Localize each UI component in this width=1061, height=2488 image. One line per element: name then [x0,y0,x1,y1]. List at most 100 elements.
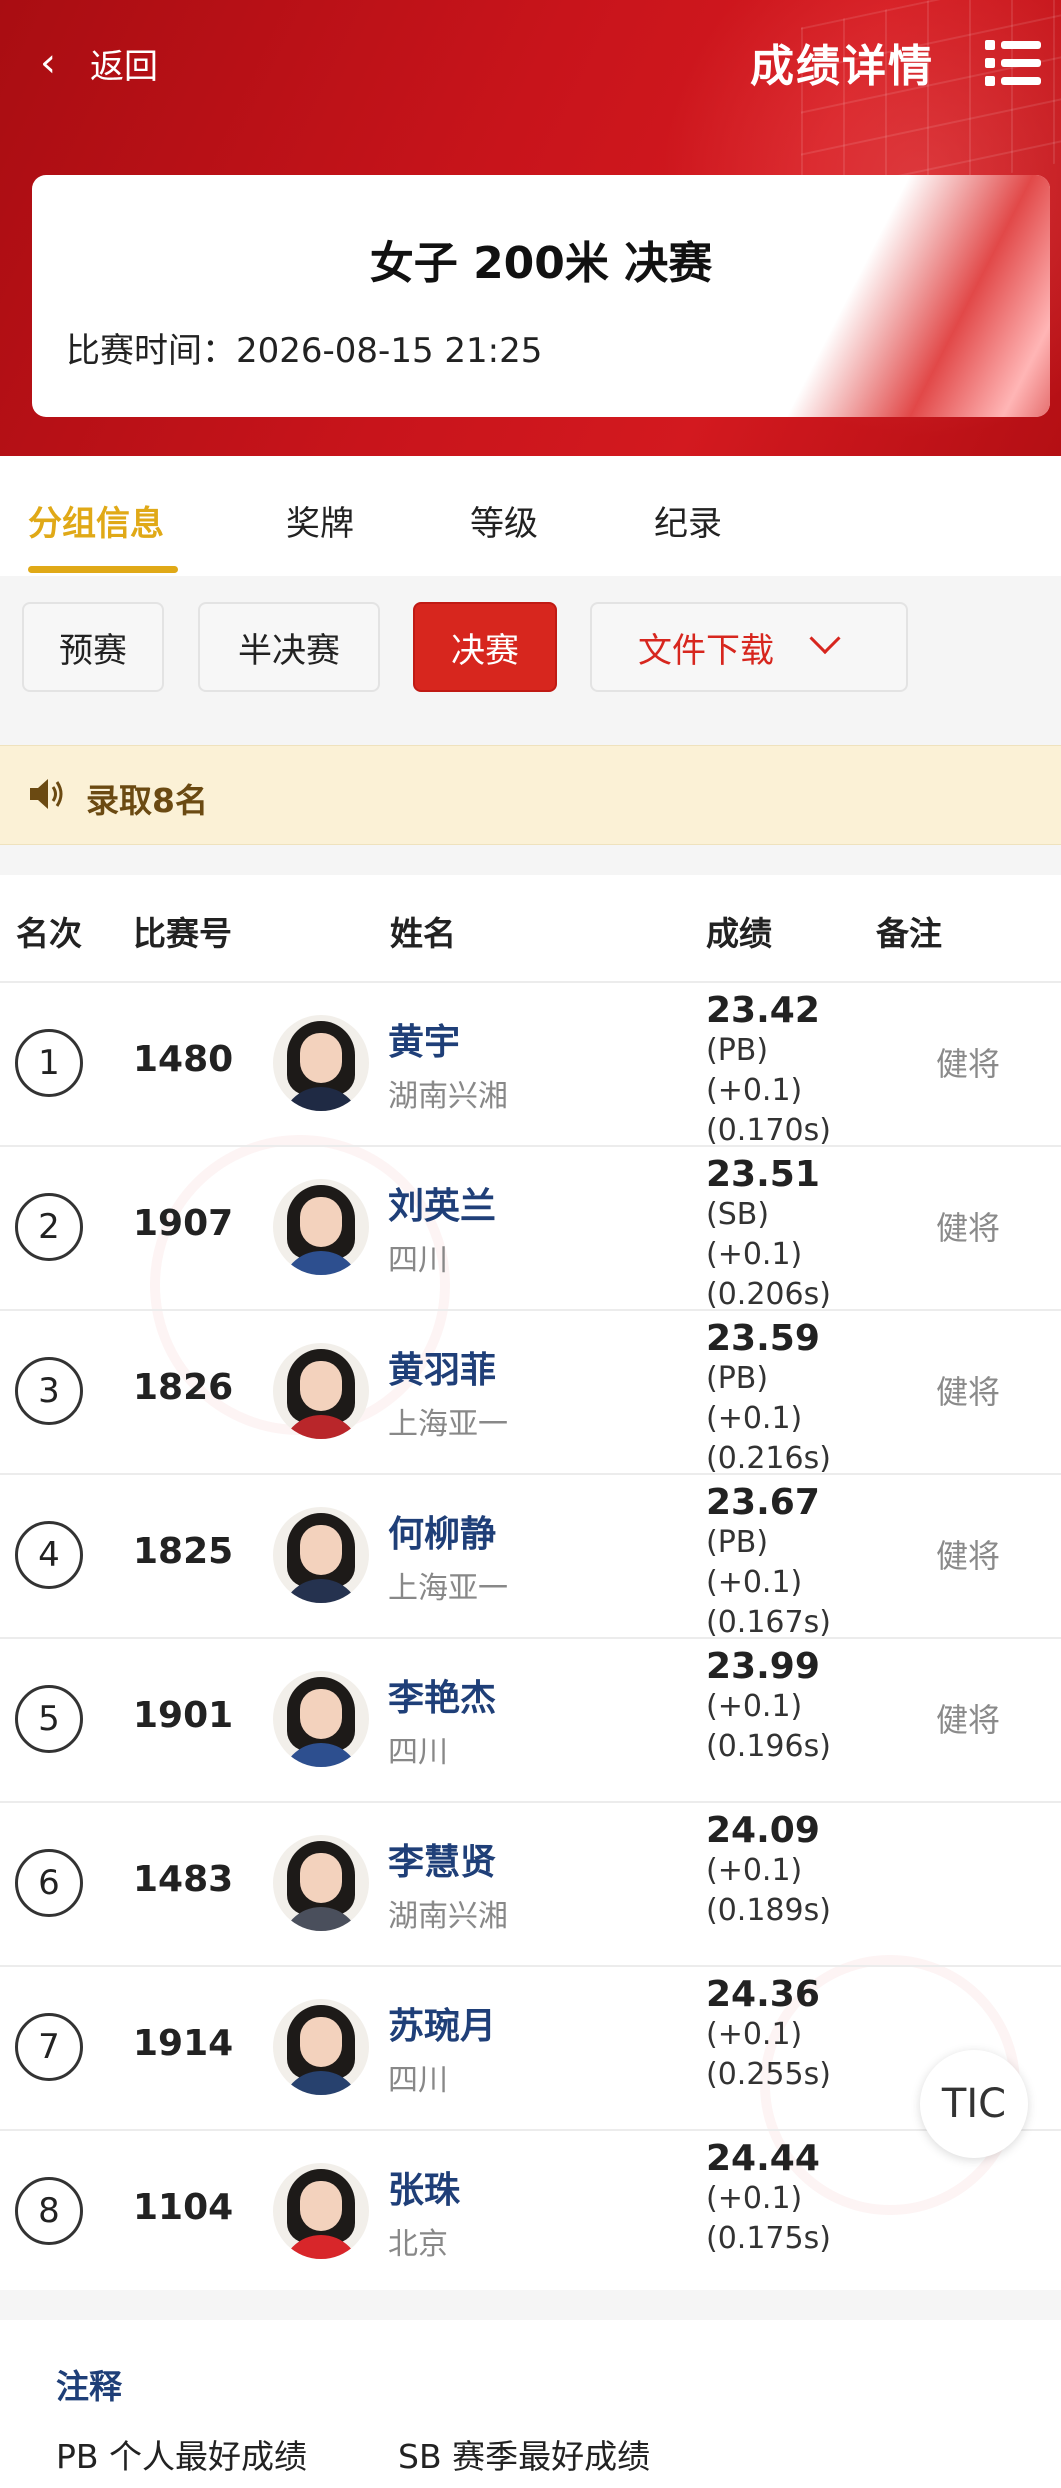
tab-active-indicator [28,566,178,573]
result-detail: (+0.1) [706,1237,803,1272]
rank-badge: 1 [15,1029,83,1097]
note-sb: SB 赛季最好成绩 [398,2437,651,2476]
tab-medals[interactable]: 奖牌 [286,496,354,545]
tab-grades[interactable]: 等级 [470,496,538,545]
rank-badge: 5 [15,1685,83,1753]
rank-badge: 7 [15,2013,83,2081]
page-title: 成绩详情 [750,41,934,92]
tab-bar: 分组信息 奖牌 等级 纪录 [0,456,1061,576]
rank-badge: 8 [15,2177,83,2245]
file-download-dropdown[interactable]: 文件下载 [590,602,908,692]
header-result: 成绩 [706,914,772,953]
qualify-notice: 录取8名 [0,745,1061,845]
result-time: 23.42 [706,990,820,1031]
athlete-avatar [273,1507,369,1603]
athlete-avatar [273,1179,369,1275]
result-detail: (0.167s) [706,1605,831,1640]
note-pb: PB 个人最好成绩 [56,2437,308,2476]
athlete-name[interactable]: 刘英兰 [388,1177,496,1229]
athlete-team: 北京 [388,2227,448,2262]
result-detail: (+0.1) [706,2181,803,2216]
menu-list-icon[interactable] [985,38,1041,88]
result-time: 24.44 [706,2138,820,2179]
result-cell: 23.42 (PB) (+0.1) (0.170s) [706,991,831,1151]
bib-number: 1914 [133,2023,234,2064]
athlete-avatar [273,2163,369,2259]
bib-number: 1826 [133,1367,234,1408]
athlete-name[interactable]: 黄宇 [388,1013,460,1065]
athlete-name[interactable]: 李艳杰 [388,1669,496,1721]
remark-text: 健将 [936,1209,1001,1247]
athlete-team: 上海亚一 [388,1407,508,1442]
result-cell: 23.99 (+0.1) (0.196s) [706,1647,831,1767]
result-detail: (0.255s) [706,2057,831,2092]
event-card: 女子 200米 决赛 比赛时间：2026-08-15 21:25 [32,175,1050,417]
athlete-name[interactable]: 黄羽菲 [388,1341,496,1393]
chevron-left-icon: ‹ [40,40,56,86]
result-cell: 24.09 (+0.1) (0.189s) [706,1811,831,1931]
result-time: 24.36 [706,1974,820,2015]
rank-badge: 4 [15,1521,83,1589]
rank-badge: 3 [15,1357,83,1425]
table-row[interactable]: 2 1907 刘英兰 四川 23.51 (SB) (+0.1) (0.206s) 健将 [0,1147,1061,1312]
tab-records[interactable]: 纪录 [654,496,722,545]
result-detail: (+0.1) [706,1401,803,1436]
result-detail: (+0.1) [706,1073,803,1108]
athlete-avatar [273,1999,369,2095]
table-row[interactable]: 7 1914 苏琬月四川 24.36 (+0.1) (0.255s) [0,1967,1061,2131]
file-download-label: 文件下载 [638,630,774,671]
result-detail: (0.206s) [706,1277,831,1312]
result-time: 24.09 [706,1810,820,1851]
bib-number: 1825 [133,1531,234,1572]
result-detail: (0.216s) [706,1441,831,1476]
result-detail: (+0.1) [706,1565,803,1600]
athlete-name[interactable]: 苏琬月 [388,1997,496,2049]
table-header: 名次 比赛号 姓名 成绩 备注 [0,875,1061,983]
result-cell: 23.59 (PB) (+0.1) (0.216s) [706,1319,831,1479]
table-row[interactable]: 1 1480 黄宇 湖南兴湘 23.42 (PB) (+0.1) (0.170s) 健将 [0,983,1061,1148]
result-detail: (0.170s) [706,1113,831,1148]
table-row[interactable]: 4 1825 何柳静 上海亚一 23.67 (PB) (+0.1) (0.167s) 健将 [0,1475,1061,1640]
result-detail: (SB) [706,1197,770,1232]
athlete-team: 四川 [388,2063,448,2098]
athlete-name[interactable]: 何柳静 [388,1505,496,1557]
remark-text: 健将 [936,1045,1001,1083]
results-table: 名次 比赛号 姓名 成绩 备注 1 1480 黄宇 湖南兴湘 23.42 (PB) (+0.… [0,875,1061,2290]
remark-text: 健将 [936,1701,1001,1739]
round-final-button[interactable]: 决赛 [413,602,557,692]
athlete-team: 上海亚一 [388,1571,508,1606]
athlete-name[interactable]: 李慧贤 [388,1833,496,1885]
table-row[interactable]: 5 1901 李艳杰四川 23.99 (+0.1) (0.196s) 健将 [0,1639,1061,1803]
athlete-name[interactable]: 张珠 [388,2161,460,2213]
header-rank: 名次 [16,914,82,953]
tab-group-info[interactable]: 分组信息 [28,496,164,545]
header-remark: 备注 [876,914,942,953]
chevron-down-icon [809,622,841,655]
result-time: 23.59 [706,1318,820,1359]
remark-text: 健将 [936,1537,1001,1575]
result-detail: (+0.1) [706,1689,803,1724]
rank-badge: 6 [15,1849,83,1917]
table-row[interactable]: 8 1104 张珠北京 24.44 (+0.1) (0.175s) [0,2131,1061,2290]
result-time: 23.99 [706,1646,820,1687]
bib-number: 1480 [133,1039,234,1080]
result-detail: (PB) [706,1525,769,1560]
round-heats-button[interactable]: 预赛 [22,602,164,692]
round-semifinal-button[interactable]: 半决赛 [198,602,380,692]
tic-floating-button[interactable]: TIC [920,2050,1028,2158]
result-detail: (0.175s) [706,2221,831,2256]
rank-badge: 2 [15,1193,83,1261]
result-detail: (0.196s) [706,1729,831,1764]
table-row[interactable]: 3 1826 黄羽菲 上海亚一 23.59 (PB) (+0.1) (0.216s) 健将 [0,1311,1061,1476]
back-label: 返回 [90,46,158,87]
table-row[interactable]: 6 1483 李慧贤 湖南兴湘 24.09 (+0.1) (0.189s) [0,1803,1061,1967]
back-button[interactable]: ‹ 返回 [40,28,158,98]
notes-title: 注释 [56,2367,122,2406]
round-selector: 预赛 半决赛 决赛 文件下载 [0,576,1061,716]
header-banner: ‹ 返回 成绩详情 女子 200米 决赛 比赛时间：2026-08-15 21:… [0,0,1061,456]
athlete-team: 四川 [388,1735,448,1770]
bib-number: 1483 [133,1859,234,1900]
bib-number: 1104 [133,2187,234,2228]
result-detail: (+0.1) [706,2017,803,2052]
bib-number: 1901 [133,1695,234,1736]
